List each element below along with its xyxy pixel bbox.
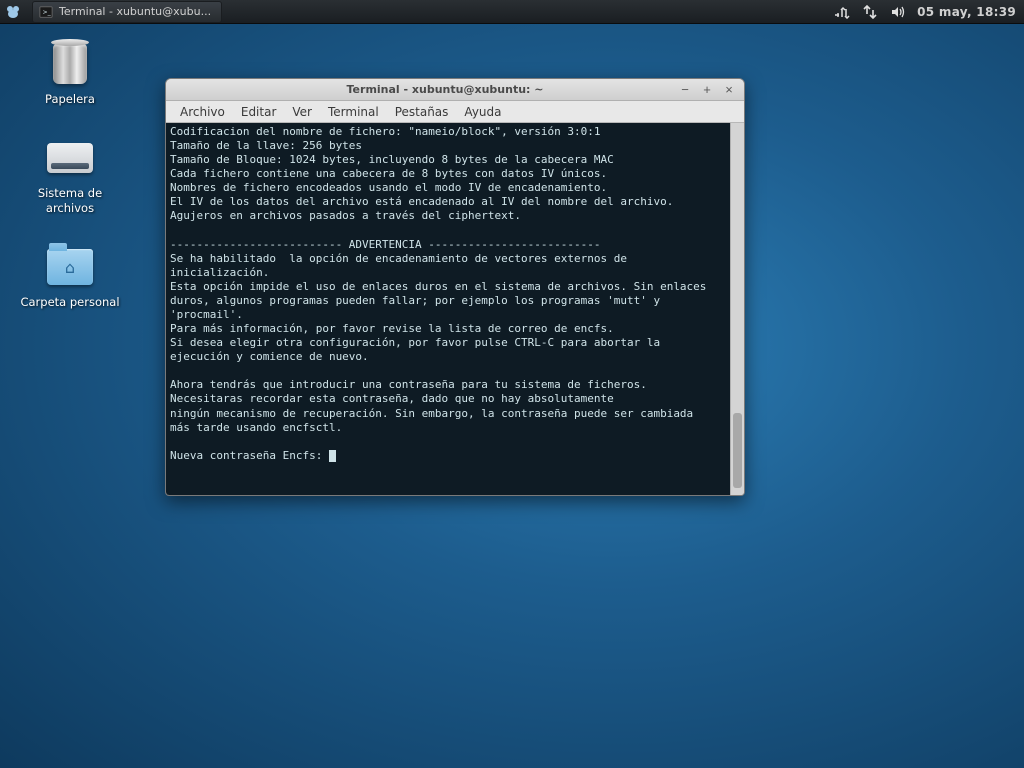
volume-icon[interactable] — [889, 3, 907, 21]
terminal-scrollbar[interactable] — [730, 123, 744, 495]
network-icon[interactable] — [833, 3, 851, 21]
updates-icon[interactable] — [861, 3, 879, 21]
desktop-icon-label: Carpeta personal — [20, 295, 119, 309]
menu-view[interactable]: Ver — [284, 103, 320, 121]
window-titlebar[interactable]: Terminal - xubuntu@xubuntu: ~ − + × — [166, 79, 744, 101]
clock[interactable]: 05 may, 18:39 — [917, 5, 1016, 19]
window-minimize-button[interactable]: − — [678, 83, 692, 97]
window-close-button[interactable]: × — [722, 83, 736, 97]
drive-icon — [47, 143, 93, 173]
menu-help[interactable]: Ayuda — [456, 103, 509, 121]
taskbar-item-label: Terminal - xubuntu@xubu... — [59, 5, 211, 18]
desktop-icon-label: Papelera — [45, 92, 95, 106]
window-title: Terminal - xubuntu@xubuntu: ~ — [220, 83, 670, 96]
trash-icon — [53, 44, 87, 84]
menu-edit[interactable]: Editar — [233, 103, 285, 121]
menu-tabs[interactable]: Pestañas — [387, 103, 457, 121]
menu-terminal[interactable]: Terminal — [320, 103, 387, 121]
svg-text:>_: >_ — [43, 8, 52, 15]
terminal-output[interactable]: Codificacion del nombre de fichero: "nam… — [166, 123, 730, 495]
scrollbar-thumb[interactable] — [733, 413, 742, 487]
top-panel: >_ Terminal - xubuntu@xubu... 05 may, 18… — [0, 0, 1024, 24]
menu-file[interactable]: Archivo — [172, 103, 233, 121]
terminal-window: Terminal - xubuntu@xubuntu: ~ − + × Arch… — [165, 78, 745, 496]
folder-home-icon: ⌂ — [47, 249, 93, 285]
xfce-mouse-icon — [4, 3, 22, 21]
desktop-icon-filesystem[interactable]: Sistema de archivos — [20, 134, 120, 215]
desktop-icon-label: Sistema de archivos — [20, 186, 120, 215]
terminal-icon: >_ — [39, 5, 53, 19]
window-maximize-button[interactable]: + — [700, 83, 714, 97]
desktop-icon-trash[interactable]: Papelera — [20, 40, 120, 106]
terminal-cursor — [329, 450, 336, 462]
menubar: Archivo Editar Ver Terminal Pestañas Ayu… — [166, 101, 744, 123]
applications-menu-button[interactable] — [0, 0, 26, 24]
desktop-icon-home[interactable]: ⌂ Carpeta personal — [20, 243, 120, 309]
taskbar-item-terminal[interactable]: >_ Terminal - xubuntu@xubu... — [32, 1, 222, 23]
desktop-icons: Papelera Sistema de archivos ⌂ Carpeta p… — [20, 40, 120, 310]
